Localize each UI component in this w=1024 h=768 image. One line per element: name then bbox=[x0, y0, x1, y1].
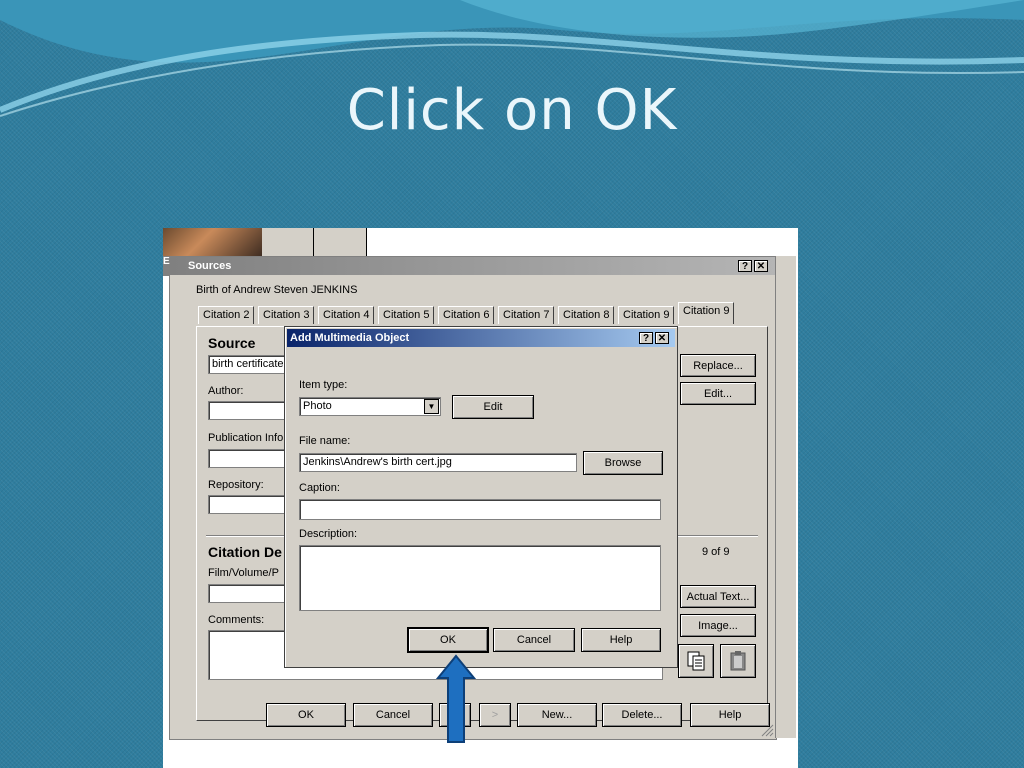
right-window-edge bbox=[775, 256, 796, 738]
tab-citation-8[interactable]: Citation 8 bbox=[558, 306, 615, 324]
sources-subtitle: Birth of Andrew Steven JENKINS bbox=[196, 284, 358, 296]
tab-citation-2[interactable]: Citation 2 bbox=[198, 306, 255, 324]
sources-titlebar: Sources ? ✕ bbox=[170, 257, 776, 275]
publication-label: Publication Info bbox=[208, 432, 284, 444]
file-name-field[interactable]: Jenkins\Andrew's birth cert.jpg bbox=[299, 453, 577, 472]
sources-title: Sources bbox=[188, 260, 232, 272]
multimedia-close-button[interactable]: ✕ bbox=[655, 332, 669, 344]
browse-button[interactable]: Browse bbox=[583, 451, 663, 475]
citation-tabs: Citation 2 Citation 3 Citation 4 Citatio… bbox=[198, 302, 768, 326]
tab-citation-7[interactable]: Citation 7 bbox=[498, 306, 555, 324]
edit-source-button[interactable]: Edit... bbox=[680, 382, 756, 405]
divider-line bbox=[313, 228, 314, 256]
multimedia-help-button[interactable]: ? bbox=[639, 332, 653, 344]
item-type-label: Item type: bbox=[299, 379, 348, 391]
next-button[interactable]: > bbox=[479, 703, 511, 727]
citation-count: 9 of 9 bbox=[702, 546, 730, 558]
multimedia-titlebar: Add Multimedia Object ? ✕ bbox=[287, 329, 675, 347]
paste-icon[interactable] bbox=[720, 644, 756, 678]
slide-title: Click on OK bbox=[346, 78, 678, 143]
tab-citation-9a[interactable]: Citation 9 bbox=[618, 306, 675, 324]
background-panel bbox=[262, 228, 367, 256]
side-window-edge: Ed bbox=[163, 256, 170, 276]
caption-label: Caption: bbox=[299, 482, 340, 494]
tab-citation-9-active[interactable]: Citation 9 bbox=[678, 302, 735, 324]
item-type-value: Photo bbox=[303, 400, 332, 412]
sources-help-button[interactable]: ? bbox=[738, 260, 752, 272]
caption-field[interactable] bbox=[299, 499, 661, 520]
tab-citation-3[interactable]: Citation 3 bbox=[258, 306, 315, 324]
multimedia-cancel-button[interactable]: Cancel bbox=[493, 628, 575, 652]
description-label: Description: bbox=[299, 528, 358, 540]
tab-citation-6[interactable]: Citation 6 bbox=[438, 306, 495, 324]
chevron-down-icon[interactable]: ▼ bbox=[424, 399, 439, 414]
sources-cancel-button[interactable]: Cancel bbox=[353, 703, 433, 727]
repository-label: Repository: bbox=[208, 479, 264, 491]
photo-thumbnail bbox=[163, 228, 262, 258]
file-name-label: File name: bbox=[299, 435, 351, 447]
replace-button[interactable]: Replace... bbox=[680, 354, 756, 377]
multimedia-ok-button[interactable]: OK bbox=[407, 627, 489, 653]
edit-type-button[interactable]: Edit bbox=[452, 395, 534, 419]
description-field[interactable] bbox=[299, 545, 661, 611]
new-button[interactable]: New... bbox=[517, 703, 597, 727]
multimedia-title: Add Multimedia Object bbox=[290, 332, 410, 344]
copy-icon[interactable] bbox=[678, 644, 714, 678]
arrow-up-icon bbox=[436, 654, 476, 743]
film-label: Film/Volume/P bbox=[208, 567, 279, 579]
comments-label: Comments: bbox=[208, 614, 265, 626]
multimedia-dialog: Add Multimedia Object ? ✕ Item type: Pho… bbox=[284, 326, 678, 668]
side-window-label: Ed bbox=[163, 256, 170, 267]
resize-grip-icon bbox=[761, 724, 774, 737]
source-heading: Source bbox=[208, 335, 256, 351]
author-label: Author: bbox=[208, 385, 244, 397]
sources-close-button[interactable]: ✕ bbox=[754, 260, 768, 272]
item-type-select[interactable]: Photo ▼ bbox=[299, 397, 441, 416]
tab-citation-4[interactable]: Citation 4 bbox=[318, 306, 375, 324]
sources-help-action-button[interactable]: Help bbox=[690, 703, 770, 727]
citation-heading: Citation De bbox=[208, 544, 282, 560]
multimedia-help-action-button[interactable]: Help bbox=[581, 628, 661, 652]
actual-text-button[interactable]: Actual Text... bbox=[680, 585, 756, 608]
screenshot-area: Sources ? ✕ Birth of Andrew Steven JENKI… bbox=[163, 228, 798, 768]
delete-button[interactable]: Delete... bbox=[602, 703, 682, 727]
tab-citation-5[interactable]: Citation 5 bbox=[378, 306, 435, 324]
sources-ok-button[interactable]: OK bbox=[266, 703, 346, 727]
image-button[interactable]: Image... bbox=[680, 614, 756, 637]
